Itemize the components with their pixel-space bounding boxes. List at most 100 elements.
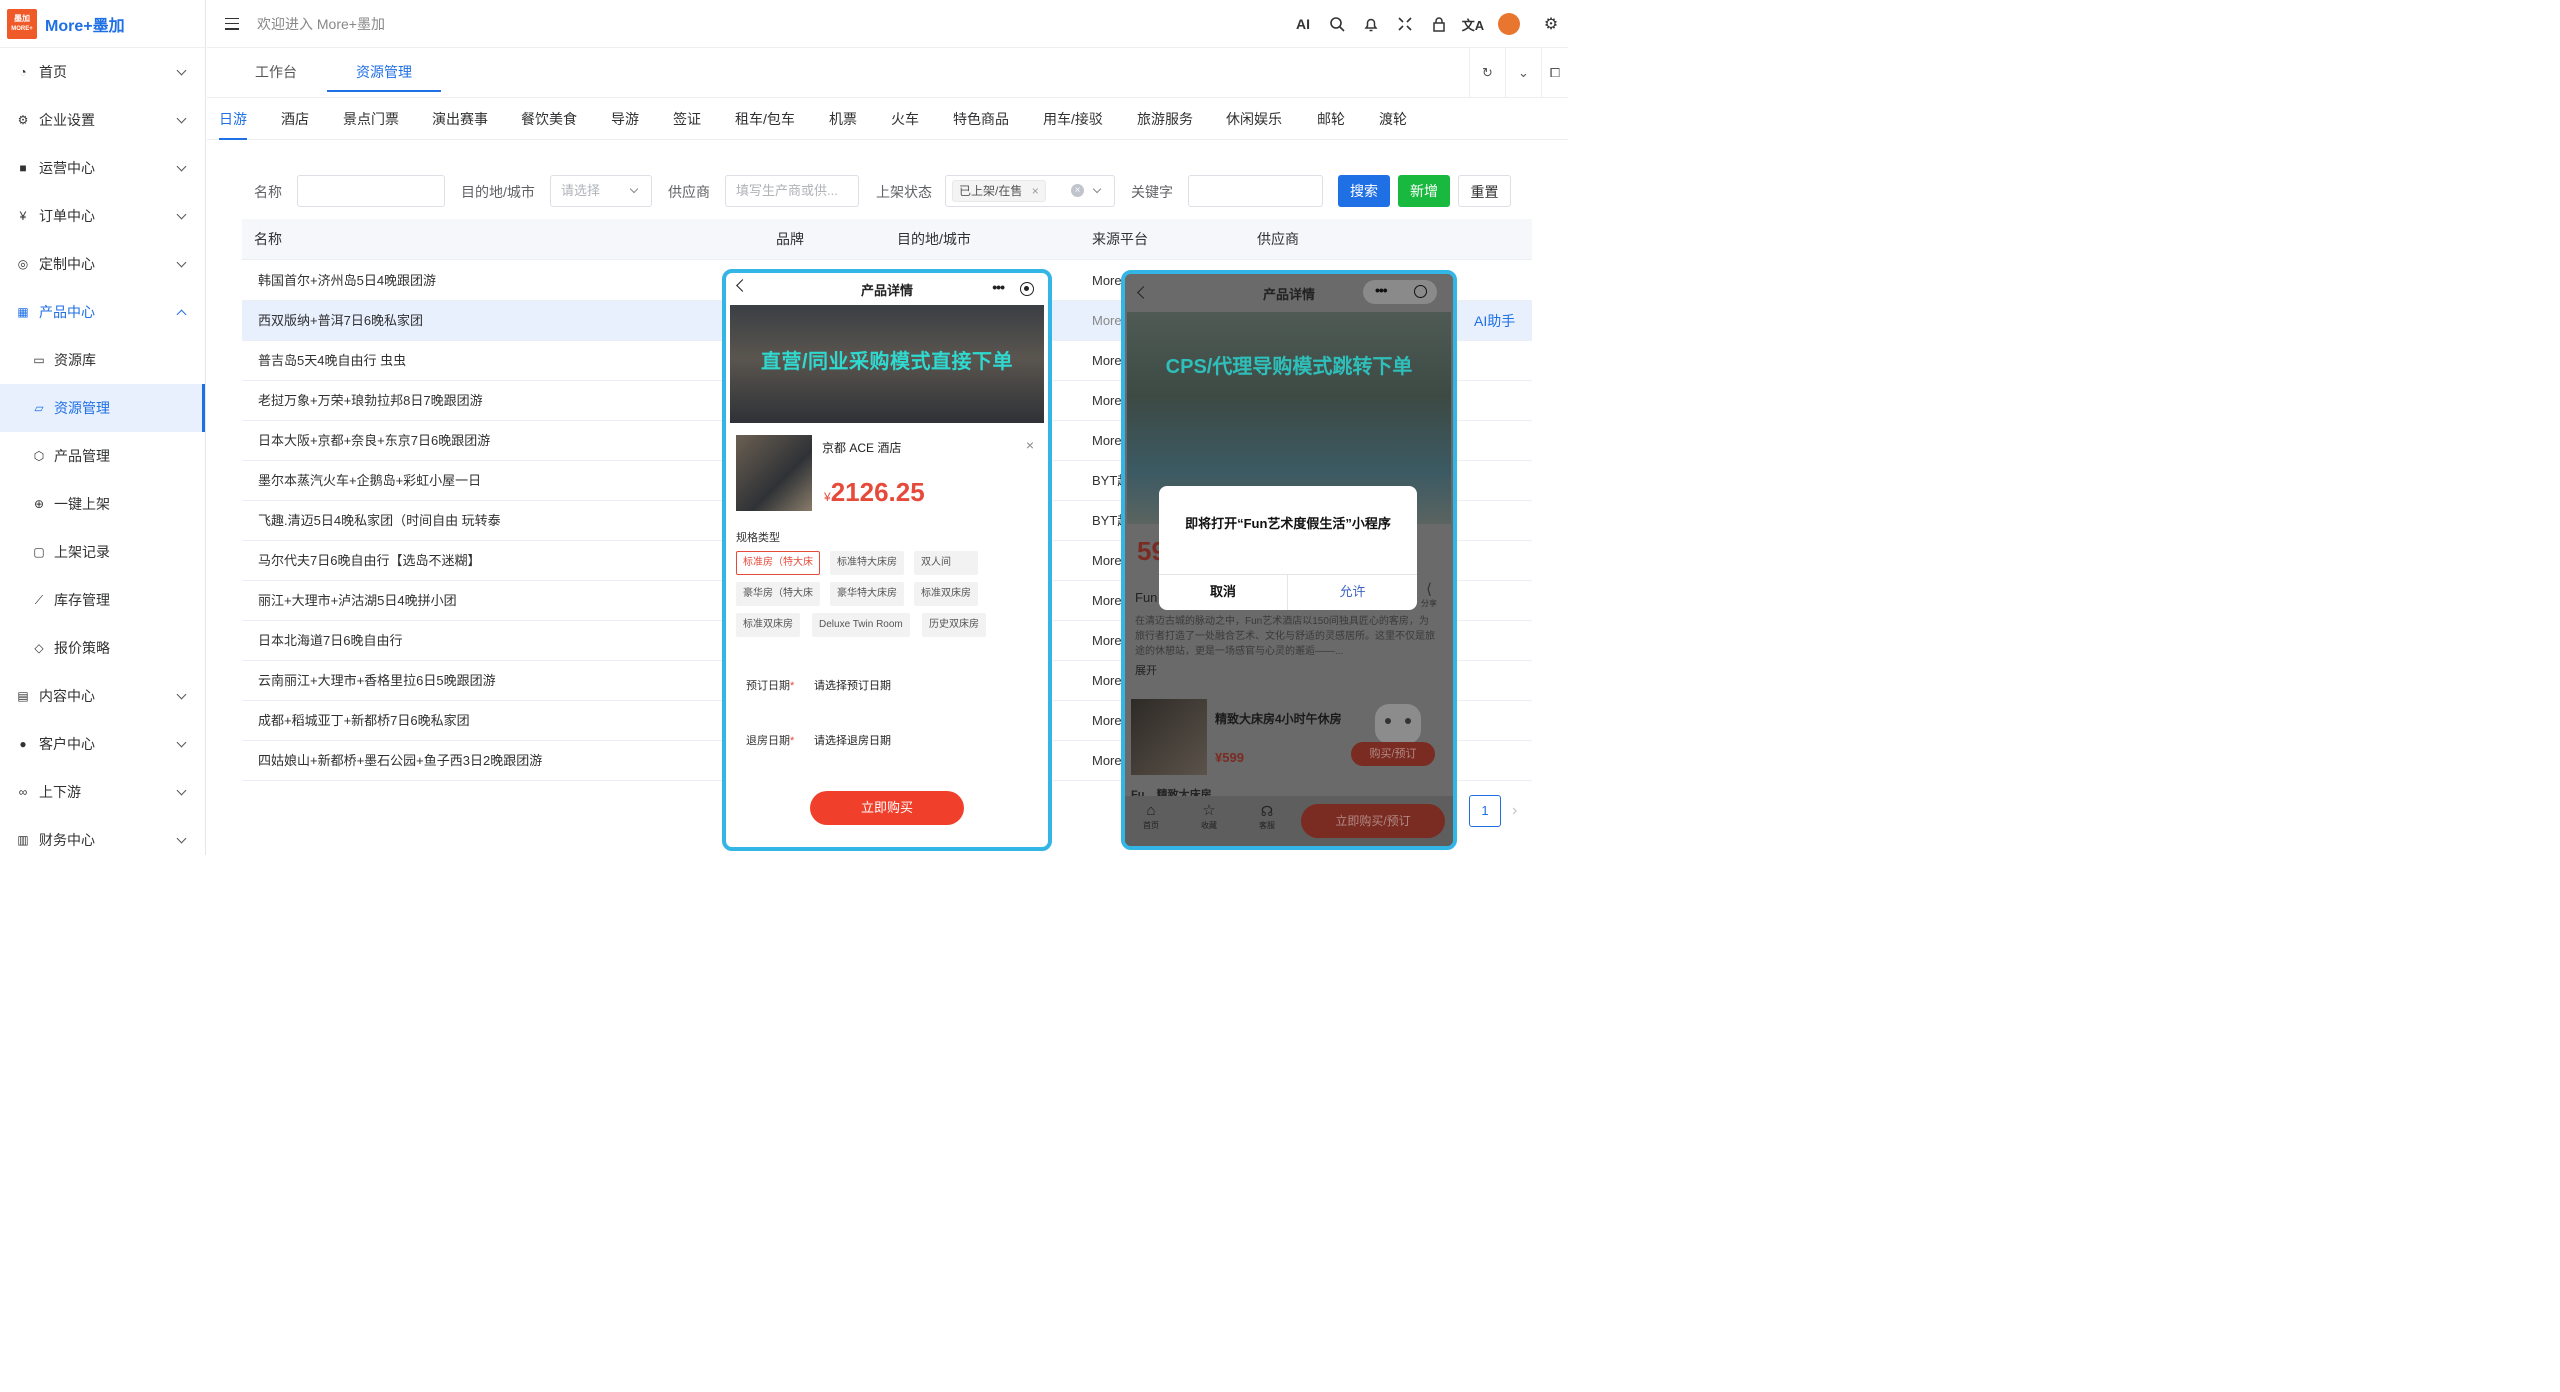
category-tab[interactable]: 景点门票	[343, 98, 399, 140]
nav-favorite[interactable]: ☆ 收藏	[1201, 802, 1217, 831]
sidebar-item-enterprise[interactable]: ⚙ 企业设置	[0, 96, 205, 144]
spec-option[interactable]: 历史双床房	[922, 613, 986, 637]
avatar[interactable]	[1498, 13, 1520, 35]
sidebar-item-orders[interactable]: ¥ 订单中心	[0, 192, 205, 240]
spec-option[interactable]: 豪华房（特大床	[736, 582, 820, 606]
nav-service[interactable]: ☊ 客服	[1259, 802, 1275, 831]
row-source: More	[1092, 353, 1122, 368]
search-icon[interactable]	[1320, 7, 1354, 41]
chevron-right-icon[interactable]: ›	[1512, 802, 1517, 820]
sidebar-subitem-product-management[interactable]: ⬡ 产品管理	[0, 432, 205, 480]
add-button[interactable]: 新增	[1398, 175, 1450, 207]
sidebar-item-upstream[interactable]: ∞ 上下游	[0, 768, 205, 816]
category-tab[interactable]: 酒店	[281, 98, 309, 140]
checkout-date-picker[interactable]: 请选择退房日期	[814, 732, 891, 748]
back-icon[interactable]	[1137, 286, 1150, 299]
sidebar-subitem-listing-records[interactable]: ▢ 上架记录	[0, 528, 205, 576]
spec-option[interactable]: 标准特大床房	[830, 551, 904, 575]
keyword-input[interactable]	[1188, 175, 1323, 207]
bottom-nav: ⌂ 首页 ☆ 收藏 ☊ 客服 立即购买/预订	[1125, 796, 1453, 846]
sidebar-subitem-pricing[interactable]: ◇ 报价策略	[0, 624, 205, 672]
more-icon[interactable]: •••	[992, 279, 1005, 295]
pagination-page[interactable]: 1	[1469, 795, 1501, 827]
gear-icon[interactable]: ⚙	[1534, 7, 1568, 41]
back-icon[interactable]	[736, 279, 749, 292]
chevron-down-icon	[629, 184, 639, 194]
spec-option[interactable]: 双人间	[914, 551, 978, 575]
close-miniapp-icon[interactable]	[1020, 282, 1034, 296]
translate-icon[interactable]: 文A	[1456, 7, 1490, 41]
row-name: 丽江+大理市+泸沽湖5日4晚拼小团	[258, 593, 457, 608]
category-tab[interactable]: 机票	[829, 98, 857, 140]
sidebar-item-custom[interactable]: ◎ 定制中心	[0, 240, 205, 288]
close-miniapp-icon[interactable]	[1414, 285, 1427, 298]
sidebar-subitem-one-click-list[interactable]: ⊕ 一键上架	[0, 480, 205, 528]
column-header[interactable]: 名称	[254, 219, 282, 260]
sidebar-item-operations[interactable]: ■ 运营中心	[0, 144, 205, 192]
category-tab[interactable]: 租车/包车	[735, 98, 795, 140]
category-tab[interactable]: 演出赛事	[432, 98, 488, 140]
expand-link[interactable]: 展开	[1135, 662, 1157, 678]
status-select[interactable]: 已上架/在售 × ×	[945, 175, 1115, 207]
chevron-down-icon[interactable]: ⌄	[1505, 48, 1541, 98]
sidebar-item-products[interactable]: ▦ 产品中心	[0, 288, 205, 336]
allow-button[interactable]: 允许	[1288, 574, 1417, 610]
ai-helper-link[interactable]: AI助手	[1474, 301, 1515, 341]
search-button[interactable]: 搜索	[1338, 175, 1390, 207]
tab-resource-management[interactable]: 资源管理	[327, 48, 441, 92]
lock-icon[interactable]	[1422, 7, 1456, 41]
book-button[interactable]: 购买/预订	[1351, 742, 1435, 766]
category-tab[interactable]: 用车/接驳	[1043, 98, 1103, 140]
category-tab[interactable]: 特色商品	[953, 98, 1009, 140]
row-source: More	[1092, 713, 1122, 728]
category-tab[interactable]: 餐饮美食	[521, 98, 577, 140]
supplier-input[interactable]: 填写生产商或供...	[725, 175, 859, 207]
sidebar-subitem-inventory[interactable]: ⟋ 库存管理	[0, 576, 205, 624]
sidebar-item-home[interactable]: ◔ 首页	[0, 48, 205, 96]
maximize-icon[interactable]: ⧠	[1541, 48, 1568, 98]
category-tab[interactable]: 火车	[891, 98, 919, 140]
category-tab[interactable]: 导游	[611, 98, 639, 140]
destination-select[interactable]: 请选择	[550, 175, 652, 207]
clear-icon[interactable]: ×	[1071, 184, 1084, 197]
category-tab[interactable]: 邮轮	[1317, 98, 1345, 140]
fullscreen-icon[interactable]	[1388, 7, 1422, 41]
column-header[interactable]: 供应商	[1257, 219, 1299, 260]
bell-icon[interactable]	[1354, 7, 1388, 41]
buy-now-button[interactable]: 立即购买	[810, 791, 964, 825]
category-tab[interactable]: 日游	[219, 98, 247, 140]
column-header[interactable]: 来源平台	[1092, 219, 1148, 260]
spec-option[interactable]: 标准房（特大床	[736, 551, 820, 575]
row-source: More	[1092, 633, 1122, 648]
column-header[interactable]: 目的地/城市	[897, 219, 971, 260]
spec-option[interactable]: 豪华特大床房	[830, 582, 904, 606]
ai-button[interactable]: AI	[1286, 7, 1320, 41]
category-tab[interactable]: 签证	[673, 98, 701, 140]
sidebar-subitem-library[interactable]: ▭ 资源库	[0, 336, 205, 384]
category-tab[interactable]: 休闲娱乐	[1226, 98, 1282, 140]
logo[interactable]: 墨加 MORE+ More+墨加	[0, 0, 205, 48]
buy-book-button[interactable]: 立即购买/预订	[1301, 804, 1445, 838]
close-icon[interactable]: ×	[1026, 437, 1034, 453]
sidebar-item-customers[interactable]: ● 客户中心	[0, 720, 205, 768]
sidebar-subitem-resource-management[interactable]: ▱ 资源管理	[0, 384, 205, 432]
close-icon[interactable]: ×	[1032, 184, 1039, 198]
sidebar-item-content[interactable]: ▤ 内容中心	[0, 672, 205, 720]
category-tab[interactable]: 渡轮	[1379, 98, 1407, 140]
sidebar-item-finance[interactable]: ▥ 财务中心	[0, 816, 205, 864]
share-button[interactable]: ⟨ 分享	[1421, 582, 1437, 609]
category-tab[interactable]: 旅游服务	[1137, 98, 1193, 140]
cancel-button[interactable]: 取消	[1159, 574, 1287, 610]
column-header[interactable]: 品牌	[776, 219, 804, 260]
menu-toggle-icon[interactable]	[225, 17, 239, 30]
tab-workbench[interactable]: 工作台	[233, 48, 319, 92]
refresh-icon[interactable]: ↻	[1469, 48, 1505, 98]
checkin-date-picker[interactable]: 请选择预订日期	[814, 677, 891, 693]
spec-option[interactable]: 标准双床房	[914, 582, 978, 606]
more-icon[interactable]: •••	[1375, 282, 1388, 298]
reset-button[interactable]: 重置	[1458, 175, 1511, 207]
nav-home[interactable]: ⌂ 首页	[1143, 802, 1159, 831]
name-input[interactable]	[297, 175, 445, 207]
spec-option[interactable]: Deluxe Twin Room	[812, 613, 910, 637]
spec-option[interactable]: 标准双床房	[736, 613, 800, 637]
